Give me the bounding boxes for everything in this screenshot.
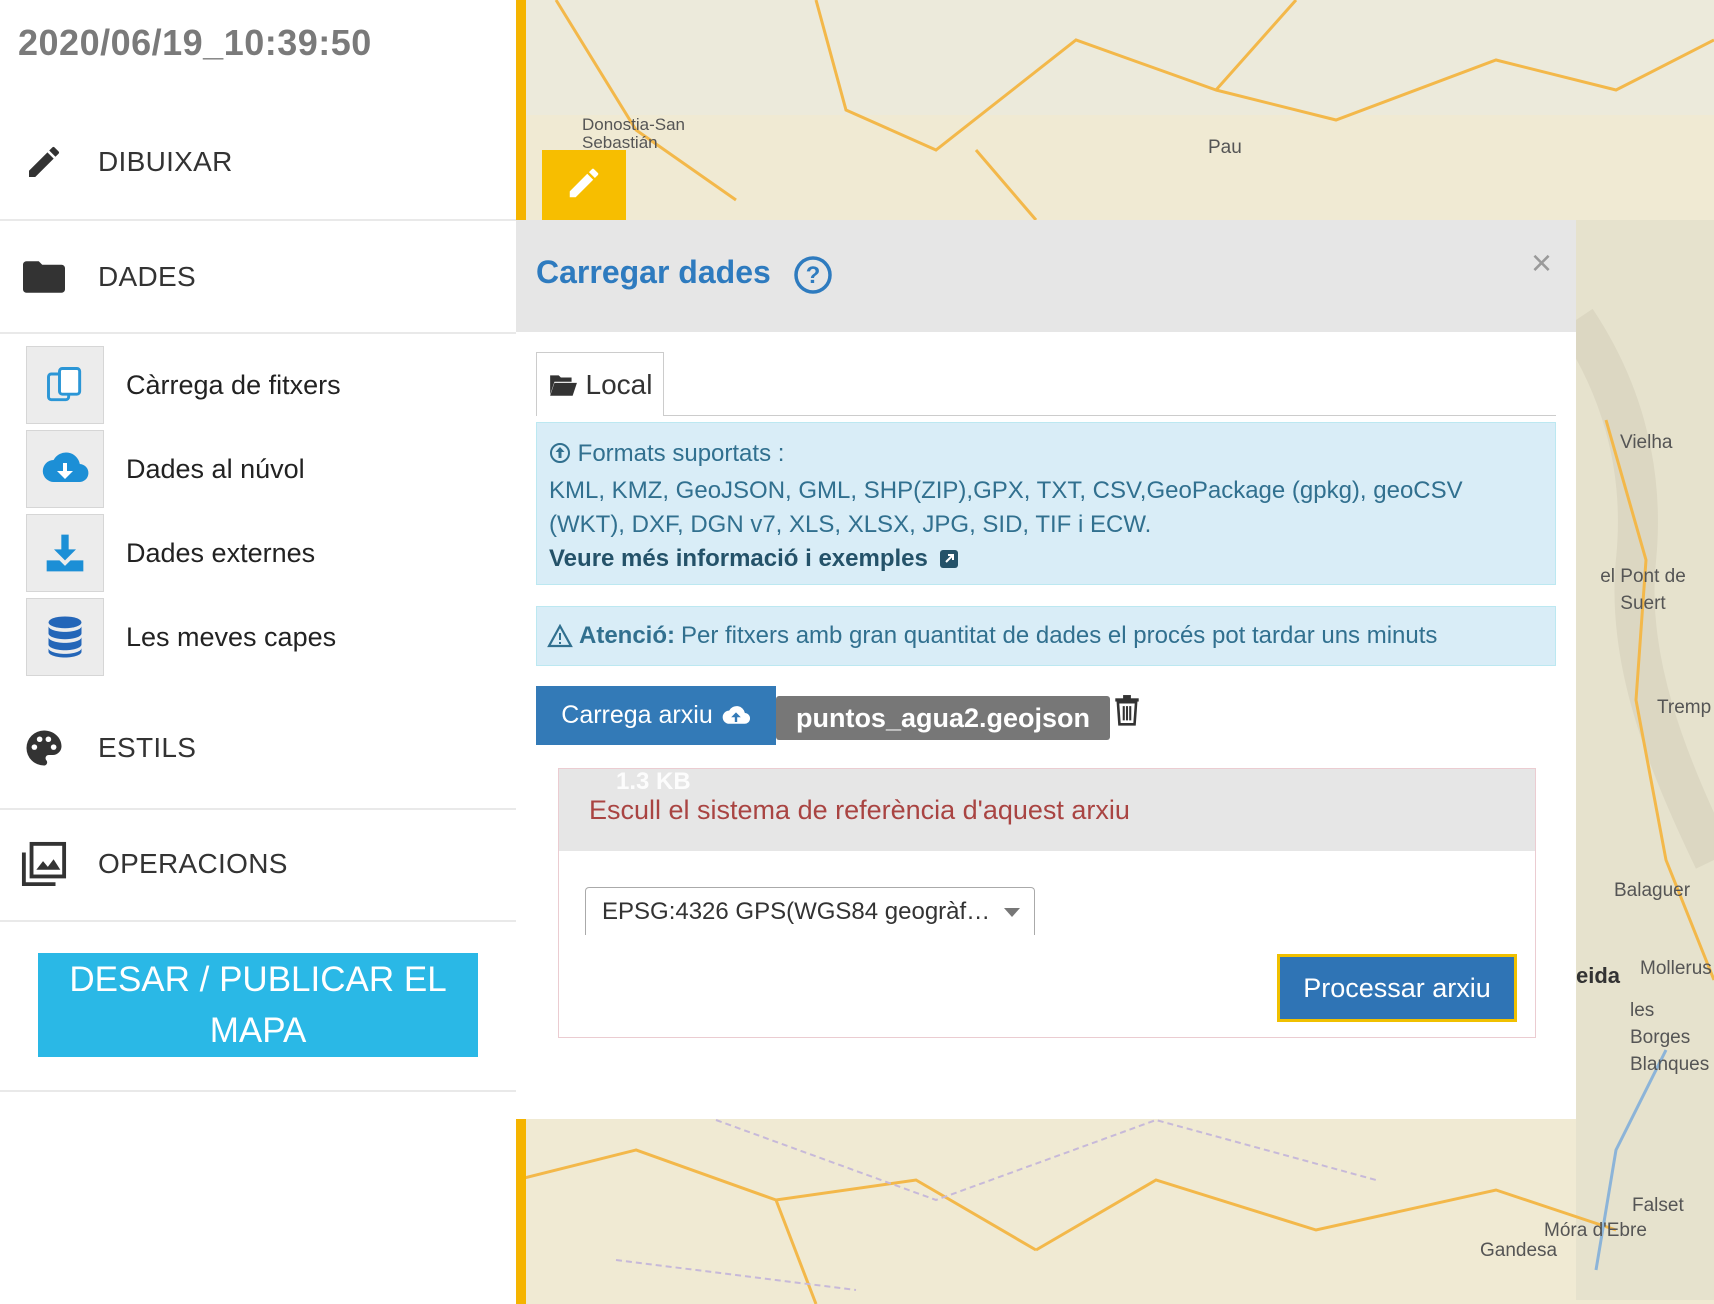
upload-circle-icon [549, 440, 571, 474]
copy-files-icon [26, 346, 104, 424]
tab-divider [664, 415, 1556, 416]
supported-formats-box: Formats suportats : KML, KMZ, GeoJSON, G… [536, 422, 1556, 585]
pencil-icon [20, 138, 68, 186]
close-icon[interactable]: × [1531, 242, 1552, 284]
divider [0, 332, 516, 334]
map-label: Pau [1208, 137, 1242, 158]
map-label: Balaguer [1614, 880, 1691, 901]
folder-open-icon [548, 373, 578, 397]
palette-icon [20, 724, 68, 772]
trash-icon[interactable] [1114, 694, 1140, 731]
menu-item-styles[interactable]: ESTILS [0, 692, 516, 804]
warning-text: Per fitxers amb gran quantitat de dades … [681, 622, 1438, 649]
folder-icon [20, 253, 68, 301]
sidebar-item-file-upload[interactable]: Càrrega de fitxers [26, 345, 341, 425]
menu-item-data[interactable]: DADES [0, 221, 516, 333]
dialog-title: Carregar dades [536, 254, 771, 290]
map-label: Gandesa [1480, 1240, 1558, 1261]
cloud-upload-icon [721, 704, 751, 728]
map-label: Móra d'Ebre [1544, 1220, 1647, 1241]
help-icon[interactable]: ? [793, 255, 833, 300]
more-info-link[interactable]: Veure més informació i exemples [549, 542, 1543, 579]
map-label: Donostia-San Sebastián [582, 115, 686, 152]
map-label: el Pont de Suert [1600, 566, 1686, 614]
cloud-download-icon [26, 430, 104, 508]
formats-list: KML, KMZ, GeoJSON, GML, SHP(ZIP),GPX, TX… [549, 477, 1463, 538]
file-size: 1.3 KB [616, 768, 691, 795]
formats-title: Formats suportats : [577, 440, 785, 467]
images-icon [20, 840, 68, 888]
sidebar-item-cloud-data[interactable]: Dades al núvol [26, 429, 305, 509]
pencil-icon [565, 164, 603, 207]
crs-prompt: Escull el sistema de referència d'aquest… [559, 769, 1535, 851]
selected-file-name: puntos_agua2.geojson [776, 696, 1110, 740]
sidebar-item-my-layers[interactable]: Les meves capes [26, 597, 336, 677]
sidebar-item-label: Les meves capes [126, 621, 337, 652]
save-publish-map-button[interactable]: DESAR / PUBLICAR EL MAPA [38, 953, 478, 1057]
crs-select[interactable]: EPSG:4326 GPS(WGS84 geogràf… [585, 887, 1035, 935]
sidebar-item-label: Dades al núvol [126, 453, 305, 484]
sidebar-item-label: Dades externes [126, 537, 316, 568]
dialog-header: Carregar dades ? × [516, 220, 1576, 332]
more-info-label: Veure més informació i exemples [549, 545, 928, 572]
map-label: Falset [1632, 1195, 1684, 1216]
crs-panel: Escull el sistema de referència d'aquest… [558, 768, 1536, 1038]
tab-label: Local [585, 368, 653, 400]
divider [0, 1090, 516, 1092]
menu-label-draw: DIBUIXAR [98, 146, 233, 177]
crs-selected-value: EPSG:4326 GPS(WGS84 geogràf… [602, 897, 991, 925]
map-label: Vielha [1620, 432, 1673, 453]
external-link-icon [939, 545, 959, 579]
tab-local[interactable]: Local [536, 352, 664, 416]
upload-file-button[interactable]: Carrega arxiu [536, 686, 776, 745]
download-icon [26, 514, 104, 592]
database-icon [26, 598, 104, 676]
process-file-button[interactable]: Processar arxiu [1277, 954, 1517, 1022]
sidebar-item-external-data[interactable]: Dades externes [26, 513, 315, 593]
menu-item-operations[interactable]: OPERACIONS [0, 808, 516, 920]
warning-label: Atenció: [579, 622, 675, 649]
menu-label-operations: OPERACIONS [98, 848, 288, 879]
divider [0, 920, 516, 922]
map-timestamp-title: 2020/06/19_10:39:50 [18, 22, 372, 63]
warning-icon [547, 624, 573, 648]
menu-label-data: DADES [98, 261, 196, 292]
load-data-dialog: Carregar dades ? × Local Formats suporta… [516, 220, 1576, 1119]
chevron-down-icon [1004, 908, 1020, 917]
warning-box: Atenció: Per fitxers amb gran quantitat … [536, 606, 1556, 666]
sidebar-item-label: Càrrega de fitxers [126, 369, 341, 400]
map-label: Mollerus [1640, 958, 1712, 979]
sidebar: 2020/06/19_10:39:50 DIBUIXAR DADES Càrre… [0, 0, 516, 1304]
draw-tool-button[interactable] [542, 150, 626, 220]
map-label: les Borges Blanques [1630, 1000, 1710, 1075]
map-label: Tremp [1657, 697, 1712, 718]
menu-label-styles: ESTILS [98, 732, 197, 763]
svg-text:?: ? [806, 262, 821, 289]
map-label: eida [1576, 963, 1621, 988]
upload-label: Carrega arxiu [561, 701, 713, 729]
menu-item-draw[interactable]: DIBUIXAR [0, 106, 516, 218]
